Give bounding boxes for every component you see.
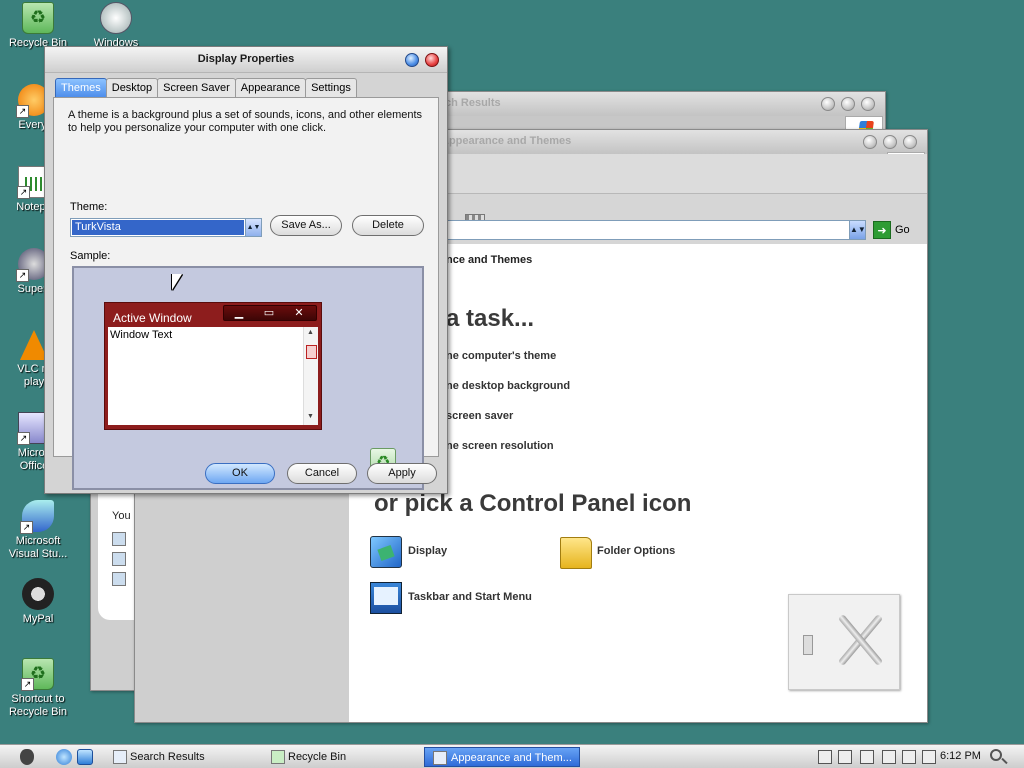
tab-screen-saver[interactable]: Screen Saver (157, 78, 236, 98)
taskbar-item-appearance-themes[interactable]: Appearance and Them... (424, 747, 580, 767)
control-panel-icon (433, 751, 447, 765)
close-button[interactable] (861, 97, 875, 111)
tools-illustration (788, 594, 900, 690)
shield-icon[interactable] (882, 750, 896, 764)
pick-task-heading: a task... (446, 305, 535, 332)
sample-preview: Active Window ▁ ▭ ✕ Window Text ▲ ▼ (72, 266, 424, 490)
scroll-up-icon: ▲ (307, 329, 314, 336)
ok-button[interactable]: OK (205, 463, 275, 484)
search-option-icon[interactable] (112, 532, 126, 546)
clock[interactable]: 6:12 PM (940, 750, 981, 762)
delete-button[interactable]: Delete (352, 215, 424, 236)
internet-explorer-icon[interactable] (56, 749, 72, 765)
help-icon[interactable] (818, 750, 832, 764)
search-tray-icon[interactable] (922, 750, 936, 764)
apply-button[interactable]: Apply (367, 463, 437, 484)
taskbar-item-recycle-bin[interactable]: Recycle Bin (268, 747, 418, 767)
sample-window-client: Window Text ▲ ▼ (108, 327, 318, 425)
sample-window-buttons: ▁ ▭ ✕ (223, 305, 317, 321)
taskbar: Search Results Recycle Bin Appearance an… (0, 744, 1024, 768)
minimize-button[interactable] (863, 135, 877, 149)
maximize-button[interactable] (841, 97, 855, 111)
search-icon[interactable] (990, 749, 1002, 761)
apple-start-icon[interactable] (20, 749, 34, 765)
go-arrow-icon: ➜ (873, 221, 891, 239)
save-as-button[interactable]: Save As... (270, 215, 342, 236)
network-icon[interactable] (838, 750, 852, 764)
search-option-icon[interactable] (112, 572, 126, 586)
recycle-bin-icon (22, 2, 54, 34)
close-button[interactable] (903, 135, 917, 149)
minimize-icon: ▁ (234, 307, 244, 319)
sample-active-window: Active Window ▁ ▭ ✕ Window Text ▲ ▼ (104, 302, 322, 430)
chevron-down-icon[interactable]: ▲▼ (849, 221, 866, 239)
search-option-icon[interactable] (112, 552, 126, 566)
folder-options-link[interactable]: Folder Options (597, 545, 675, 557)
tab-desktop[interactable]: Desktop (105, 78, 159, 98)
minimize-button[interactable] (821, 97, 835, 111)
security-shield-icon[interactable] (860, 750, 874, 764)
switch-icon (803, 635, 813, 655)
task-link[interactable]: ne screen resolution (446, 440, 554, 452)
help-button[interactable] (405, 53, 419, 67)
taskbar-start-menu-icon[interactable] (370, 582, 402, 614)
cancel-button[interactable]: Cancel (287, 463, 357, 484)
tab-appearance[interactable]: Appearance (234, 78, 307, 98)
display-properties-titlebar[interactable]: Display Properties (45, 47, 447, 73)
search-assistant-balloon: You r (98, 494, 138, 620)
tab-strip: Themes Desktop Screen Saver Appearance S… (55, 78, 357, 98)
recycle-bin-shortcut-icon (21, 658, 54, 691)
taskbar-start-menu-link[interactable]: Taskbar and Start Menu (408, 591, 532, 603)
windows-media-icon (100, 2, 132, 34)
sample-label: Sample: (70, 250, 111, 262)
maximize-icon: ▭ (263, 307, 275, 319)
task-link[interactable]: ne computer's theme (446, 350, 556, 362)
desktop-icon-windows[interactable]: Windows (78, 2, 154, 50)
mypal-icon (22, 578, 54, 610)
tools-icon (835, 609, 885, 669)
tab-settings[interactable]: Settings (305, 78, 357, 98)
desktop-icon-recycle-shortcut[interactable]: Shortcut to Recycle Bin (0, 658, 76, 719)
taskbar-item-search-results[interactable]: Search Results (110, 747, 260, 767)
display-link[interactable]: Display (408, 545, 447, 557)
desktop-icon-recycle-bin[interactable]: Recycle Bin (0, 2, 76, 50)
task-link[interactable]: screen saver (446, 410, 513, 422)
go-button[interactable]: ➜ Go (873, 221, 917, 241)
theme-description: A theme is a background plus a set of so… (68, 109, 423, 134)
scroll-down-icon: ▼ (307, 413, 314, 420)
display-icon[interactable] (370, 536, 402, 568)
recycle-bin-icon (271, 750, 285, 764)
tool-icon[interactable] (902, 750, 916, 764)
folder-options-icon[interactable] (560, 537, 592, 569)
themes-tab-panel: A theme is a background plus a set of so… (53, 97, 439, 490)
category-title: nce and Themes (446, 254, 533, 266)
scroll-thumb (306, 345, 317, 359)
sample-scrollbar: ▲ ▼ (303, 327, 318, 425)
task-link[interactable]: ne desktop background (446, 380, 570, 392)
visual-studio-icon (20, 500, 54, 534)
search-results-icon (113, 750, 127, 764)
theme-select[interactable]: TurkVista ▲▼ (70, 218, 262, 237)
display-properties-dialog[interactable]: Display Properties Themes Desktop Screen… (44, 46, 448, 494)
desktop-icon-mypal[interactable]: MyPal (0, 578, 76, 626)
address-bar[interactable]: ▲▼ (446, 220, 866, 240)
mouse-cursor-icon (172, 274, 182, 290)
tab-themes[interactable]: Themes (55, 78, 107, 98)
pick-icon-heading: or pick a Control Panel icon (374, 490, 692, 517)
close-button[interactable] (425, 53, 439, 67)
maximize-button[interactable] (883, 135, 897, 149)
theme-label: Theme: (70, 201, 108, 213)
chevron-down-icon[interactable]: ▲▼ (245, 219, 261, 236)
close-icon: ✕ (294, 307, 304, 319)
desktop-icon-visual-studio[interactable]: Microsoft Visual Stu... (0, 500, 76, 561)
show-desktop-icon[interactable] (77, 749, 93, 765)
